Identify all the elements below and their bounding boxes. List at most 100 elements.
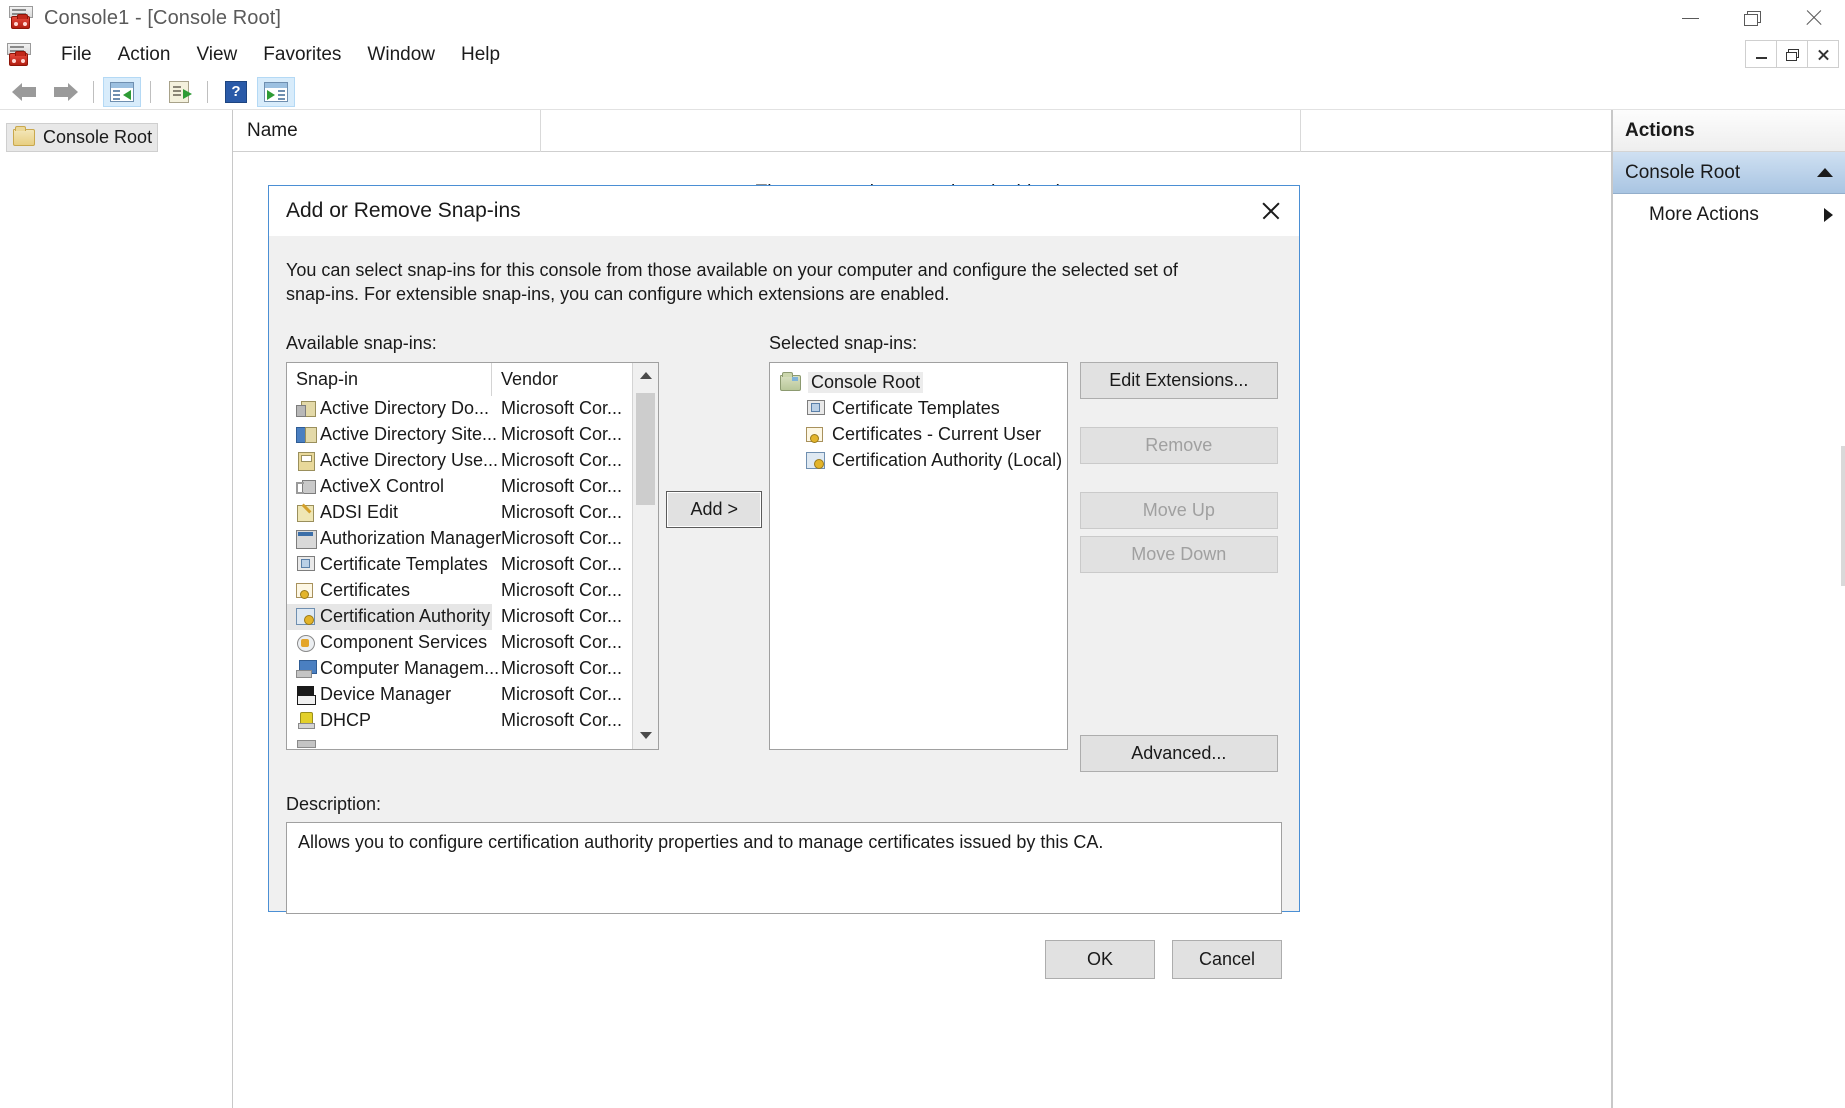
tree-item[interactable]: Certificate Templates: [780, 396, 1067, 422]
actions-pane: Actions Console Root More Actions: [1612, 110, 1845, 1108]
snapin-vendor: Microsoft Cor...: [492, 658, 632, 679]
snapin-vendor: Microsoft Cor...: [492, 476, 632, 497]
mdi-restore-button[interactable]: [1776, 40, 1808, 68]
forward-arrow-icon[interactable]: [46, 77, 84, 107]
authorization-manager-icon: [296, 530, 315, 547]
tree-item[interactable]: Certificates - Current User: [780, 422, 1067, 448]
menu-item-file[interactable]: File: [48, 40, 105, 70]
snapin-name: Device Manager: [320, 684, 451, 705]
list-item[interactable]: ADSI Edit Microsoft Cor...: [287, 500, 632, 526]
snapin-name: Certificate Templates: [320, 554, 488, 575]
window-title: Console1 - [Console Root]: [44, 7, 281, 30]
list-item[interactable]: Authorization Manager Microsoft Cor...: [287, 526, 632, 552]
tree-item-console-root[interactable]: Console Root: [780, 370, 1067, 396]
snapin-name: ADSI Edit: [320, 502, 398, 523]
snapin-vendor: Microsoft Cor...: [492, 710, 632, 731]
dialog-close-icon[interactable]: [1243, 186, 1299, 236]
snapin-name: Component Services: [320, 632, 487, 653]
snapin-name: Certification Authority: [320, 606, 490, 627]
advanced-button[interactable]: Advanced...: [1080, 735, 1278, 772]
mdi-window-controls: [1746, 40, 1839, 68]
snapin-name: Certificates: [320, 580, 410, 601]
dialog-title: Add or Remove Snap-ins: [286, 199, 521, 223]
snapin-name: Active Directory Do...: [320, 398, 489, 419]
list-item-partial[interactable]: [287, 734, 632, 750]
menu-item-favorites[interactable]: Favorites: [250, 40, 354, 70]
scroll-up-button[interactable]: [633, 363, 658, 389]
snapin-name: Computer Managem...: [320, 658, 499, 679]
tree-node-console-root[interactable]: Console Root: [6, 123, 158, 152]
cancel-button[interactable]: Cancel: [1172, 940, 1282, 979]
selected-snapins-tree[interactable]: Console Root Certificate Templates Certi…: [769, 362, 1068, 750]
certificates-icon: [806, 426, 825, 443]
snapin-vendor: Microsoft Cor...: [492, 632, 632, 653]
help-icon[interactable]: ?: [217, 77, 255, 107]
menu-item-view[interactable]: View: [183, 40, 250, 70]
available-list-rows: Active Directory Do... Microsoft Cor... …: [287, 396, 632, 750]
add-remove-snapins-dialog: Add or Remove Snap-ins You can select sn…: [268, 185, 1300, 912]
certificate-templates-icon: [806, 400, 825, 417]
menu-item-action[interactable]: Action: [105, 40, 184, 70]
component-services-icon: [296, 634, 315, 651]
certificates-icon: [296, 582, 315, 599]
actions-item-console-root[interactable]: Console Root: [1613, 152, 1845, 194]
column-header-snapin[interactable]: Snap-in: [287, 363, 492, 396]
list-item[interactable]: Certificates Microsoft Cor...: [287, 578, 632, 604]
menu-item-window[interactable]: Window: [354, 40, 448, 70]
show-hide-tree-icon[interactable]: [103, 77, 141, 107]
snapin-vendor: Microsoft Cor...: [492, 424, 632, 445]
selected-snapins-section: Selected snap-ins: Console Root Certific…: [769, 333, 1068, 772]
toolbar-separator: [207, 81, 208, 103]
list-item[interactable]: Active Directory Use... Microsoft Cor...: [287, 448, 632, 474]
minimize-icon[interactable]: [1659, 0, 1721, 36]
menubar: File Action View Favorites Window Help: [0, 36, 1845, 74]
close-icon[interactable]: [1783, 0, 1845, 36]
list-item[interactable]: Computer Managem... Microsoft Cor...: [287, 656, 632, 682]
tree-item-label: Console Root: [808, 372, 923, 393]
tree-item[interactable]: Certification Authority (Local): [780, 448, 1067, 474]
chevron-up-icon[interactable]: [1817, 168, 1833, 177]
dialog-intro-text: You can select snap-ins for this console…: [286, 258, 1226, 307]
column-header-name[interactable]: Name: [233, 110, 541, 152]
list-item[interactable]: Device Manager Microsoft Cor...: [287, 682, 632, 708]
mdi-minimize-button[interactable]: [1745, 40, 1777, 68]
move-up-button[interactable]: Move Up: [1080, 492, 1278, 529]
mmc-console-icon: [8, 5, 34, 31]
add-button[interactable]: Add >: [666, 491, 762, 528]
available-snapins-section: Available snap-ins: Snap-in Vendor Activ…: [286, 333, 659, 772]
column-header-blank[interactable]: [541, 110, 1301, 152]
dialog-columns: Available snap-ins: Snap-in Vendor Activ…: [286, 333, 1282, 772]
scroll-down-button[interactable]: [633, 723, 658, 749]
snapin-name: DHCP: [320, 710, 371, 731]
listbox-scrollbar[interactable]: [632, 363, 658, 749]
export-list-icon[interactable]: [160, 77, 198, 107]
available-snapins-listbox[interactable]: Snap-in Vendor Active Directory Do... Mi…: [286, 362, 659, 750]
actions-item-more-actions[interactable]: More Actions: [1613, 194, 1845, 236]
menu-item-help[interactable]: Help: [448, 40, 513, 70]
back-arrow-icon[interactable]: [6, 77, 44, 107]
list-item[interactable]: DHCP Microsoft Cor...: [287, 708, 632, 734]
list-item[interactable]: Active Directory Site... Microsoft Cor..…: [287, 422, 632, 448]
mdi-close-button[interactable]: [1807, 40, 1839, 68]
ok-button[interactable]: OK: [1045, 940, 1155, 979]
toolbar: ?: [0, 74, 1845, 110]
tree-item-label: Certificate Templates: [832, 398, 1000, 419]
restore-icon[interactable]: [1721, 0, 1783, 36]
chevron-right-icon[interactable]: [1824, 208, 1833, 222]
snapin-vendor: Microsoft Cor...: [492, 502, 632, 523]
snapin-name: Active Directory Use...: [320, 450, 498, 471]
snapin-vendor: Microsoft Cor...: [492, 606, 632, 627]
scrollbar-thumb[interactable]: [636, 393, 655, 505]
list-item[interactable]: Active Directory Do... Microsoft Cor...: [287, 396, 632, 422]
move-down-button[interactable]: Move Down: [1080, 536, 1278, 573]
list-item[interactable]: Component Services Microsoft Cor...: [287, 630, 632, 656]
remove-button[interactable]: Remove: [1080, 427, 1278, 464]
list-item-selected[interactable]: Certification Authority Microsoft Cor...: [287, 604, 632, 630]
show-action-pane-icon[interactable]: [257, 77, 295, 107]
list-item[interactable]: ActiveX Control Microsoft Cor...: [287, 474, 632, 500]
actions-pane-header: Actions: [1613, 110, 1845, 152]
edit-extensions-button[interactable]: Edit Extensions...: [1080, 362, 1278, 399]
tree-node-label: Console Root: [43, 127, 152, 148]
list-item[interactable]: Certificate Templates Microsoft Cor...: [287, 552, 632, 578]
column-header-vendor[interactable]: Vendor: [492, 363, 632, 396]
